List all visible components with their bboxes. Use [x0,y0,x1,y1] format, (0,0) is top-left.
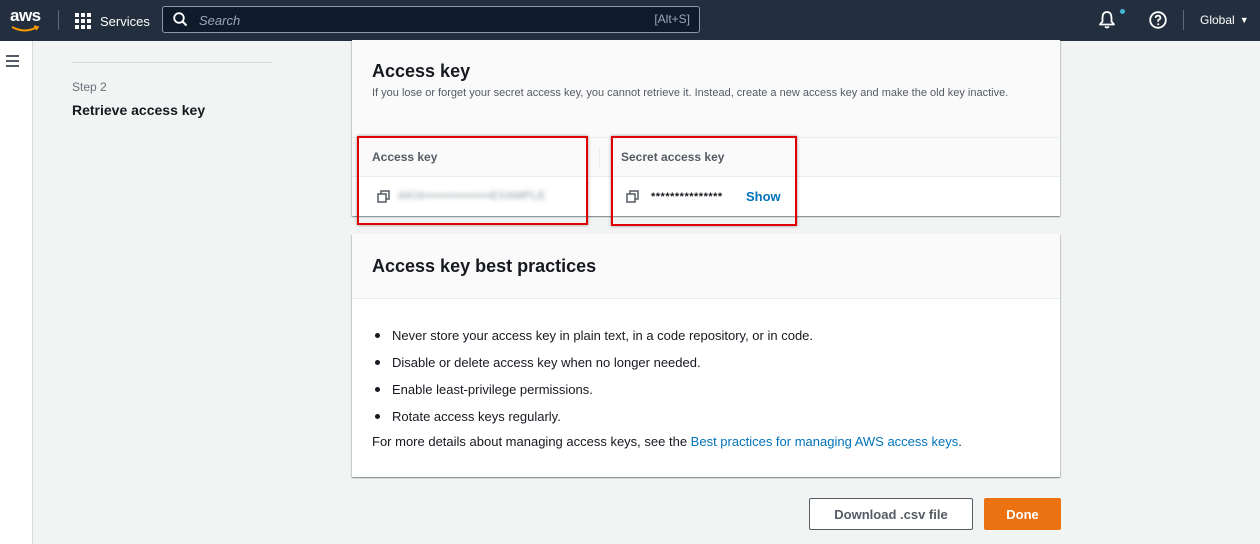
list-item: Disable or delete access key when no lon… [372,349,813,376]
search-box[interactable]: [Alt+S] [162,6,700,33]
column-divider [599,147,600,167]
best-practices-more-info: For more details about managing access k… [372,434,962,449]
step-title[interactable]: Retrieve access key [72,102,205,118]
search-shortcut-hint: [Alt+S] [654,12,690,26]
search-input[interactable] [197,9,621,32]
top-navigation: aws Services [Alt+S] Global ▼ [0,0,1260,41]
notifications-bell-icon[interactable] [1098,10,1116,29]
services-label: Services [100,13,150,29]
region-selector[interactable]: Global ▼ [1200,13,1249,27]
best-practices-card-title: Access key best practices [372,256,597,276]
list-item: Rotate access keys regularly. [372,403,813,430]
search-icon [173,12,188,27]
highlight-box-access-key [357,136,588,225]
more-info-prefix: For more details about managing access k… [372,434,691,449]
list-item: Never store your access key in plain tex… [372,322,813,349]
help-icon[interactable] [1148,10,1168,30]
nav-divider [58,10,59,30]
highlight-box-secret-key [611,136,797,226]
nav-divider [1183,10,1184,30]
menu-hamburger-icon[interactable] [6,55,19,70]
grid-icon [75,13,91,29]
best-practices-card-header: Access key best practices [352,234,1060,299]
access-key-card-description: If you lose or forget your secret access… [372,87,1009,99]
caret-down-icon: ▼ [1239,15,1249,25]
list-item: Enable least-privilege permissions. [372,376,813,403]
more-info-suffix: . [958,434,962,449]
access-key-card-title: Access key [372,61,471,81]
download-csv-button[interactable]: Download .csv file [809,498,973,530]
region-label: Global [1200,13,1235,27]
step-number: Step 2 [72,80,107,94]
step-divider [72,62,272,63]
best-practices-link[interactable]: Best practices for managing AWS access k… [691,434,959,449]
notification-dot [1120,9,1125,14]
side-nav-rail [0,41,33,544]
best-practices-list: Never store your access key in plain tex… [372,322,813,430]
aws-logo-text: aws [10,6,41,25]
done-button[interactable]: Done [984,498,1061,530]
aws-smile-icon [11,25,40,32]
best-practices-card: Access key best practices Never store yo… [352,234,1060,477]
aws-logo[interactable]: aws [10,6,42,34]
access-key-card-header: Access key If you lose or forget your se… [352,40,1060,138]
services-menu-button[interactable]: Services [75,11,150,31]
